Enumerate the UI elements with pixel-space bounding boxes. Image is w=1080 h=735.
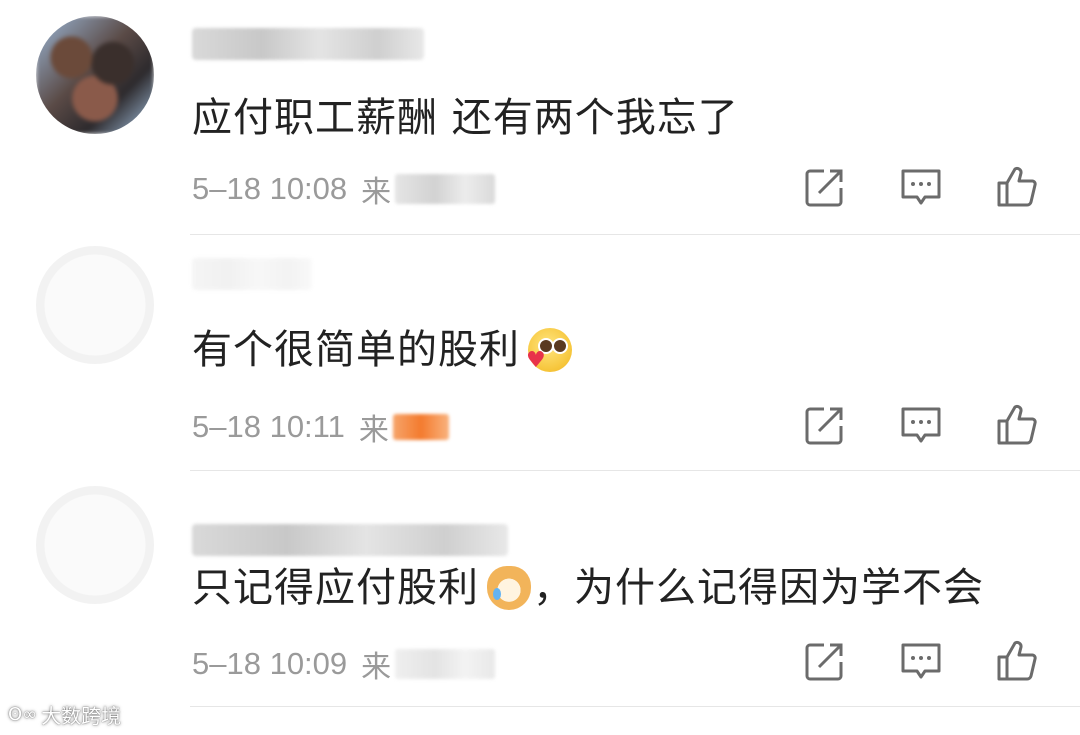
share-button[interactable] [800, 162, 850, 212]
crying-dog-emoji [485, 564, 533, 612]
like-button[interactable] [992, 162, 1042, 212]
watermark-logo-icon: ʘ∞ [8, 704, 38, 725]
comment-item: 应付职工薪酬 还有两个我忘了 5–18 10:08 来 [0, 0, 1080, 236]
heart-eyes-emoji: ♥ [526, 326, 574, 374]
source-prefix: 来 [361, 175, 392, 210]
comment-item: 有个很简单的股利 ♥ 5–18 10:11 来 [0, 236, 1080, 472]
share-button[interactable] [800, 636, 850, 686]
reply-button[interactable] [896, 636, 946, 686]
comment-actions [800, 162, 1042, 212]
divider [190, 470, 1080, 471]
watermark-text: 大数跨境 [41, 704, 122, 728]
reply-button[interactable] [896, 162, 946, 212]
source-prefix: 来 [358, 413, 389, 448]
divider [190, 234, 1080, 235]
timestamp: 5–18 10:09 [192, 646, 348, 681]
like-icon [997, 166, 1037, 207]
source-blurred [392, 414, 449, 440]
username-blurred[interactable] [192, 28, 424, 60]
divider [190, 706, 1080, 707]
comment-meta: 5–18 10:11 来 [192, 405, 449, 449]
like-button[interactable] [992, 636, 1042, 686]
comment-text: 只记得应付股利 ，为什么记得因为学不会 [192, 564, 984, 612]
reply-icon [901, 169, 941, 205]
share-icon [805, 169, 843, 207]
comment-meta: 5–18 10:08 来 [192, 167, 496, 211]
timestamp: 5–18 10:11 [192, 409, 345, 444]
comment-text: 应付职工薪酬 还有两个我忘了 [192, 94, 739, 142]
reply-button[interactable] [896, 400, 946, 450]
avatar[interactable] [36, 16, 154, 134]
share-icon [805, 407, 843, 445]
like-button[interactable] [992, 400, 1042, 450]
comment-actions [800, 636, 1042, 686]
reply-icon [901, 643, 941, 679]
avatar[interactable] [36, 486, 154, 604]
like-icon [997, 640, 1037, 681]
username-blurred[interactable] [192, 258, 312, 290]
watermark: ʘ∞ 大数跨境 [8, 700, 121, 729]
source-blurred [395, 174, 496, 204]
comment-body: 有个很简单的股利 [192, 327, 520, 373]
comment-text: 有个很简单的股利 ♥ [192, 326, 574, 374]
timestamp: 5–18 10:08 [192, 171, 348, 206]
comment-body-continued: ，为什么记得因为学不会 [533, 565, 984, 611]
comment-meta: 5–18 10:09 来 [192, 642, 496, 686]
comment-body: 应付职工薪酬 还有两个我忘了 [192, 95, 739, 141]
source-blurred [395, 649, 496, 679]
comment-actions [800, 400, 1042, 450]
comment-item: 只记得应付股利 ，为什么记得因为学不会 5–18 10:09 来 [0, 472, 1080, 708]
avatar[interactable] [36, 246, 154, 364]
share-icon [805, 643, 843, 681]
comment-body: 只记得应付股利 [192, 565, 479, 611]
share-button[interactable] [800, 400, 850, 450]
source-prefix: 来 [361, 650, 392, 685]
reply-icon [901, 407, 941, 443]
like-icon [997, 404, 1037, 445]
username-blurred[interactable] [192, 524, 508, 556]
